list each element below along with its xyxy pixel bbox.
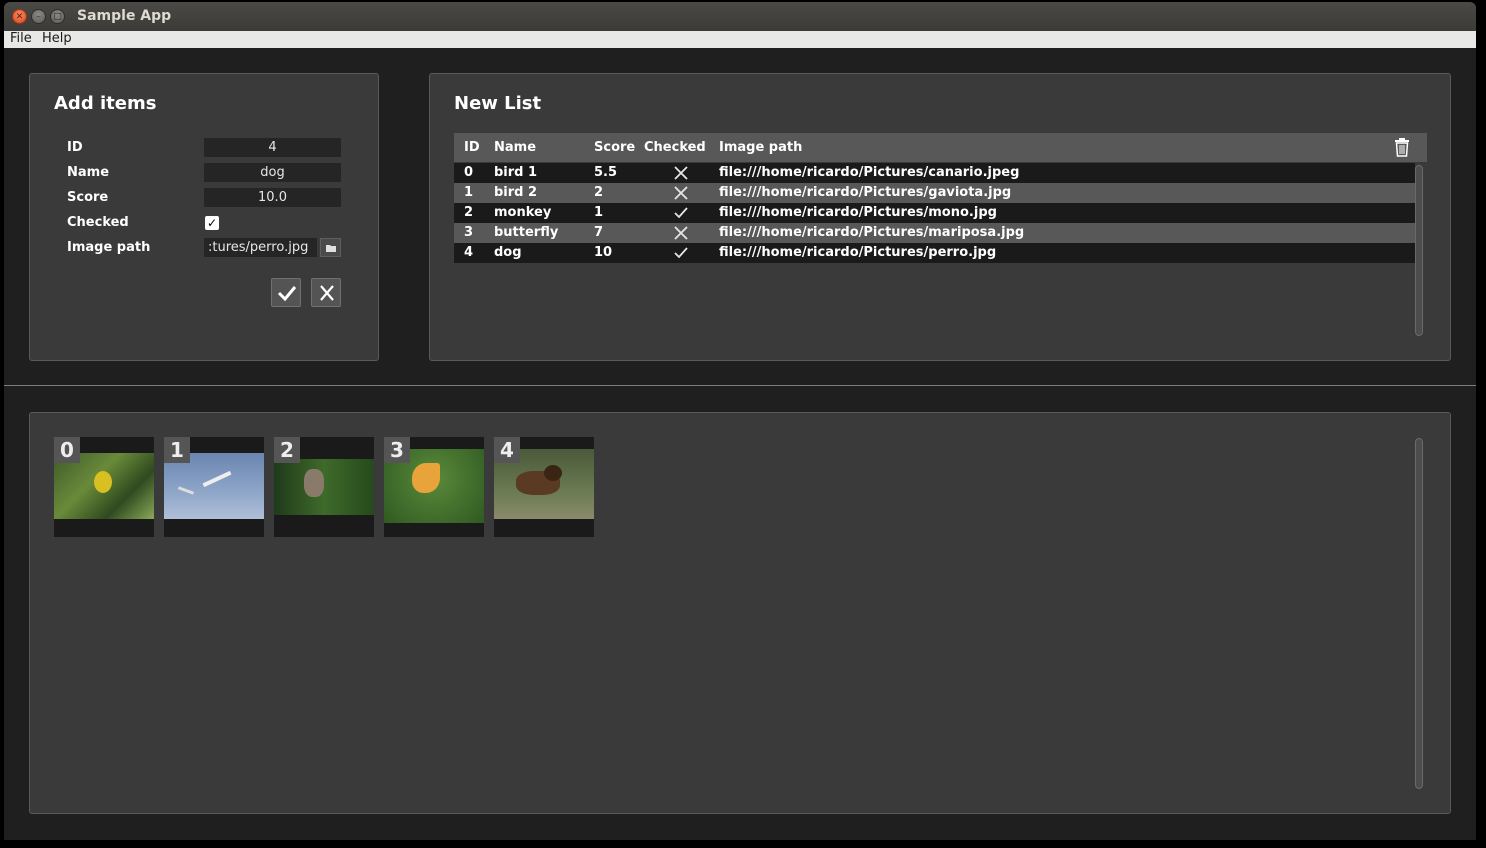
checkmark-icon — [277, 286, 297, 302]
table-row[interactable]: 2 monkey 1 file:///home/ricardo/Pictures/mo… — [454, 203, 1415, 223]
id-field[interactable]: 4 — [204, 138, 341, 157]
cell-score: 10 — [594, 245, 613, 260]
close-icon — [320, 285, 334, 301]
id-label: ID — [67, 140, 83, 155]
cell-id: 4 — [464, 245, 474, 260]
cell-name: dog — [494, 245, 522, 260]
cell-score: 1 — [594, 205, 604, 220]
cell-score: 7 — [594, 225, 604, 240]
cross-icon — [674, 166, 688, 180]
gallery-panel: 0 1 2 3 4 — [29, 412, 1451, 814]
column-checked[interactable]: Checked — [644, 140, 706, 155]
cell-image-path: file:///home/ricardo/Pictures/mono.jpg — [719, 205, 997, 220]
gallery-scrollbar[interactable] — [1415, 438, 1423, 789]
menu-file[interactable]: File — [10, 31, 32, 47]
cross-icon — [674, 226, 688, 240]
column-name[interactable]: Name — [494, 140, 536, 155]
cross-icon — [674, 186, 688, 200]
checked-checkbox[interactable]: ✓ — [205, 216, 219, 230]
image-path-label: Image path — [67, 240, 151, 255]
gallery-image — [274, 459, 374, 515]
folder-icon — [326, 245, 336, 252]
cell-score: 2 — [594, 185, 604, 200]
window-minimize-button[interactable]: – — [31, 9, 46, 24]
gallery-item[interactable]: 2 — [274, 437, 374, 537]
menu-bar: File Help — [4, 31, 1476, 48]
cell-name: butterfly — [494, 225, 559, 240]
add-items-panel: Add items ID 4 Name dog Score 10.0 Check… — [29, 73, 379, 361]
menu-help[interactable]: Help — [42, 31, 72, 47]
browse-button[interactable] — [320, 238, 341, 257]
window-maximize-button[interactable]: □ — [50, 9, 65, 24]
cell-image-path: file:///home/ricardo/Pictures/canario.jp… — [719, 165, 1020, 180]
add-items-title: Add items — [54, 93, 157, 114]
table-row[interactable]: 1 bird 2 2 file:///home/ricardo/Pictures/ga… — [454, 183, 1415, 203]
cancel-button[interactable] — [311, 278, 341, 307]
new-list-panel: New List ID Name Score Checked Image pat… — [429, 73, 1451, 361]
splitter[interactable] — [4, 385, 1476, 386]
name-label: Name — [67, 165, 110, 180]
table-scrollbar[interactable] — [1415, 165, 1423, 336]
column-image-path[interactable]: Image path — [719, 140, 802, 155]
cell-image-path: file:///home/ricardo/Pictures/perro.jpg — [719, 245, 997, 260]
cell-score: 5.5 — [594, 165, 618, 180]
checkmark-icon — [674, 247, 688, 259]
table-row[interactable]: 4 dog 10 file:///home/ricardo/Pictures/perr… — [454, 243, 1415, 263]
gallery-item[interactable]: 1 — [164, 437, 264, 537]
window-title: Sample App — [77, 8, 172, 24]
cell-name: monkey — [494, 205, 552, 220]
gallery-item-label: 1 — [164, 437, 190, 463]
gallery-item-label: 3 — [384, 437, 410, 463]
table-row[interactable]: 0 bird 1 5.5 file:///home/ricardo/Pictures/… — [454, 163, 1415, 183]
score-label: Score — [67, 190, 109, 205]
gallery-item[interactable]: 0 — [54, 437, 154, 537]
table-row[interactable]: 3 butterfly 7 file:///home/ricardo/Pictures… — [454, 223, 1415, 243]
score-field[interactable]: 10.0 — [204, 188, 341, 207]
cell-id: 3 — [464, 225, 474, 240]
gallery-item-label: 4 — [494, 437, 520, 463]
window-close-button[interactable]: ✕ — [12, 9, 27, 24]
checked-label: Checked — [67, 215, 129, 230]
new-list-title: New List — [454, 93, 542, 114]
accept-button[interactable] — [271, 278, 301, 307]
cell-name: bird 1 — [494, 165, 538, 180]
cell-id: 1 — [464, 185, 474, 200]
checkmark-icon — [674, 207, 688, 219]
cell-image-path: file:///home/ricardo/Pictures/gaviota.jp… — [719, 185, 1012, 200]
gallery-item[interactable]: 4 — [494, 437, 594, 537]
table-header: ID Name Score Checked Image path — [454, 133, 1427, 162]
trash-icon[interactable] — [1394, 137, 1410, 157]
gallery-item-label: 0 — [54, 437, 80, 463]
app-window: ✕ – □ Sample App File Help Add items ID … — [4, 2, 1476, 840]
name-field[interactable]: dog — [204, 163, 341, 182]
cell-name: bird 2 — [494, 185, 538, 200]
image-path-field[interactable]: :tures/perro.jpg — [204, 238, 317, 257]
column-id[interactable]: ID — [464, 140, 480, 155]
cell-image-path: file:///home/ricardo/Pictures/mariposa.j… — [719, 225, 1025, 240]
gallery-item-label: 2 — [274, 437, 300, 463]
cell-id: 2 — [464, 205, 474, 220]
cell-id: 0 — [464, 165, 474, 180]
gallery-item[interactable]: 3 — [384, 437, 484, 537]
title-bar: ✕ – □ Sample App — [4, 2, 1476, 31]
column-score[interactable]: Score — [594, 140, 635, 155]
